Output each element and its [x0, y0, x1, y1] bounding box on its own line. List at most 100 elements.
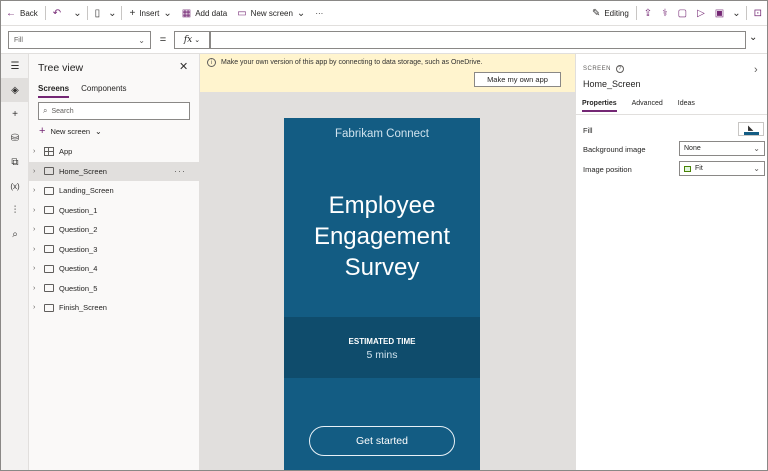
property-dropdown[interactable]: Fill ⌄ — [8, 31, 151, 49]
tree-item-label: Question_4 — [59, 264, 98, 274]
screen-icon — [44, 303, 54, 312]
tree-item-home-screen[interactable]: › Home_Screen ··· — [29, 161, 200, 181]
tree-search-input[interactable]: ⌕ Search — [38, 102, 190, 120]
back-button[interactable]: ← Back — [1, 1, 43, 26]
preview-button[interactable]: ▷ — [692, 1, 710, 26]
fill-row: Fill — [583, 122, 763, 138]
chevron-right-icon[interactable]: › — [754, 64, 758, 76]
chevron-right-icon[interactable]: › — [33, 148, 42, 155]
plus-icon: + — [129, 7, 136, 19]
save-dropdown[interactable]: ⌄ — [729, 1, 743, 26]
paste-dropdown[interactable]: ⌄ — [105, 1, 119, 26]
tree-item-label: Home_Screen — [59, 166, 107, 176]
estimated-time-value: 5 mins — [366, 349, 398, 361]
database-icon: ▦ — [181, 7, 192, 19]
pencil-icon: ✎ — [591, 7, 601, 19]
tree-item-label: Question_3 — [59, 244, 98, 254]
tree-item-landing-screen[interactable]: › Landing_Screen — [29, 181, 200, 201]
tab-components[interactable]: Components — [81, 84, 126, 98]
image-position-dropdown[interactable]: Fit ⌄ — [679, 161, 765, 176]
tree-item-question-1[interactable]: › Question_1 — [29, 201, 200, 221]
survey-title: Employee Engagement Survey — [284, 190, 480, 283]
tree-item-label: App — [59, 147, 73, 157]
tab-ideas[interactable]: Ideas — [678, 100, 695, 112]
save-button[interactable]: ▣ — [710, 1, 729, 26]
command-bar: ← Back ↶ ⌄ ▯ ⌄ + Insert ⌄ ▦ Add data ▭ N… — [1, 1, 767, 26]
tree-item-label: Question_5 — [59, 283, 98, 293]
undo-dropdown[interactable]: ⌄ — [70, 1, 84, 26]
fx-label: fx — [183, 35, 193, 45]
search-icon[interactable]: ⌕ — [1, 222, 29, 246]
chevron-right-icon[interactable]: › — [33, 304, 42, 311]
chevron-down-icon: ⌄ — [163, 7, 172, 19]
banner-message: Make your own version of this app by con… — [221, 59, 483, 66]
fx-button[interactable]: fx ⌄ — [174, 31, 210, 49]
search-icon: ⌕ — [43, 106, 48, 115]
add-data-button[interactable]: ▦ Add data — [177, 1, 232, 26]
formula-input[interactable] — [210, 31, 746, 49]
insert-label: Insert — [139, 8, 160, 18]
app-screen-preview[interactable]: Fabrikam Connect Employee Engagement Sur… — [284, 118, 480, 470]
expand-formula-icon[interactable]: ⌄ — [749, 32, 757, 43]
info-icon: i — [207, 58, 216, 67]
undo-button[interactable]: ↶ — [48, 1, 70, 26]
tree-new-screen-button[interactable]: + New screen ⌄ — [39, 125, 102, 137]
background-image-dropdown[interactable]: None ⌄ — [679, 141, 765, 156]
tab-advanced[interactable]: Advanced — [632, 100, 663, 112]
toolbar-divider — [121, 6, 123, 20]
share-button[interactable]: ⇪ — [639, 1, 657, 26]
comments-button[interactable]: ▢ — [673, 1, 692, 26]
app-checker-button[interactable]: ⚕ — [657, 1, 672, 26]
chevron-right-icon[interactable]: › — [33, 207, 42, 214]
estimated-time-label: ESTIMATED TIME — [348, 337, 416, 346]
more-options-icon[interactable]: ··· — [174, 166, 186, 176]
close-icon[interactable]: ✕ — [179, 60, 188, 73]
get-started-button[interactable]: Get started — [309, 426, 455, 456]
tree-item-question-4[interactable]: › Question_4 — [29, 259, 200, 279]
chevron-right-icon[interactable]: › — [33, 285, 42, 292]
menu-icon[interactable]: ☰ — [1, 54, 29, 78]
tab-screens[interactable]: Screens — [38, 84, 70, 98]
screen-icon — [44, 206, 54, 215]
chevron-right-icon[interactable]: › — [33, 226, 42, 233]
editing-mode[interactable]: ✎ Editing — [587, 1, 634, 26]
image-position-value: Fit — [695, 165, 703, 172]
variables-icon[interactable]: (x) — [1, 174, 29, 198]
paint-bucket-icon: ◣ — [748, 125, 754, 132]
media-icon[interactable]: ⧉ — [1, 150, 29, 174]
help-icon[interactable]: ? — [616, 65, 625, 73]
app-window: ← Back ↶ ⌄ ▯ ⌄ + Insert ⌄ ▦ Add data ▭ N… — [0, 0, 768, 471]
chevron-right-icon[interactable]: › — [33, 246, 42, 253]
data-icon[interactable]: ⛁ — [1, 126, 29, 150]
chevron-right-icon[interactable]: › — [33, 187, 42, 194]
new-screen-icon: ▭ — [237, 7, 247, 19]
tree-item-question-2[interactable]: › Question_2 — [29, 220, 200, 240]
insert-button[interactable]: + Insert ⌄ — [124, 1, 176, 26]
tree-item-finish-screen[interactable]: › Finish_Screen — [29, 298, 200, 318]
tab-properties[interactable]: Properties — [582, 100, 617, 112]
make-my-own-app-button[interactable]: Make my own app — [474, 72, 561, 87]
paste-button[interactable]: ▯ — [90, 1, 106, 26]
comment-icon: ▢ — [677, 7, 688, 19]
tree-view-panel: Tree view ✕ Screens Components ⌕ Search … — [29, 54, 200, 470]
fill-color-picker[interactable]: ◣ — [738, 122, 764, 136]
tools-icon[interactable]: ⫶ — [1, 198, 29, 222]
publish-button[interactable]: ⊡ — [749, 1, 767, 26]
chevron-right-icon[interactable]: › — [33, 265, 42, 272]
tree-item-question-3[interactable]: › Question_3 — [29, 240, 200, 260]
chevron-right-icon[interactable]: › — [33, 168, 42, 175]
chevron-down-icon: ⌄ — [194, 36, 201, 44]
brand-label: Fabrikam Connect — [335, 128, 429, 140]
insert-icon[interactable]: + — [1, 102, 29, 126]
properties-tabs: Properties Advanced Ideas — [582, 100, 695, 112]
new-screen-button[interactable]: ▭ New screen ⌄ — [232, 1, 310, 26]
more-button[interactable]: ··· — [310, 1, 328, 26]
survey-title-line: Survey — [344, 254, 420, 281]
more-label: ··· — [315, 8, 324, 18]
info-banner: i Make your own version of this app by c… — [200, 54, 575, 92]
screen-icon — [44, 225, 54, 234]
tree-item-app[interactable]: › App — [29, 142, 200, 162]
tree-view-icon[interactable]: ◈ — [1, 78, 29, 102]
tree-item-question-5[interactable]: › Question_5 — [29, 279, 200, 299]
divider — [576, 114, 767, 115]
